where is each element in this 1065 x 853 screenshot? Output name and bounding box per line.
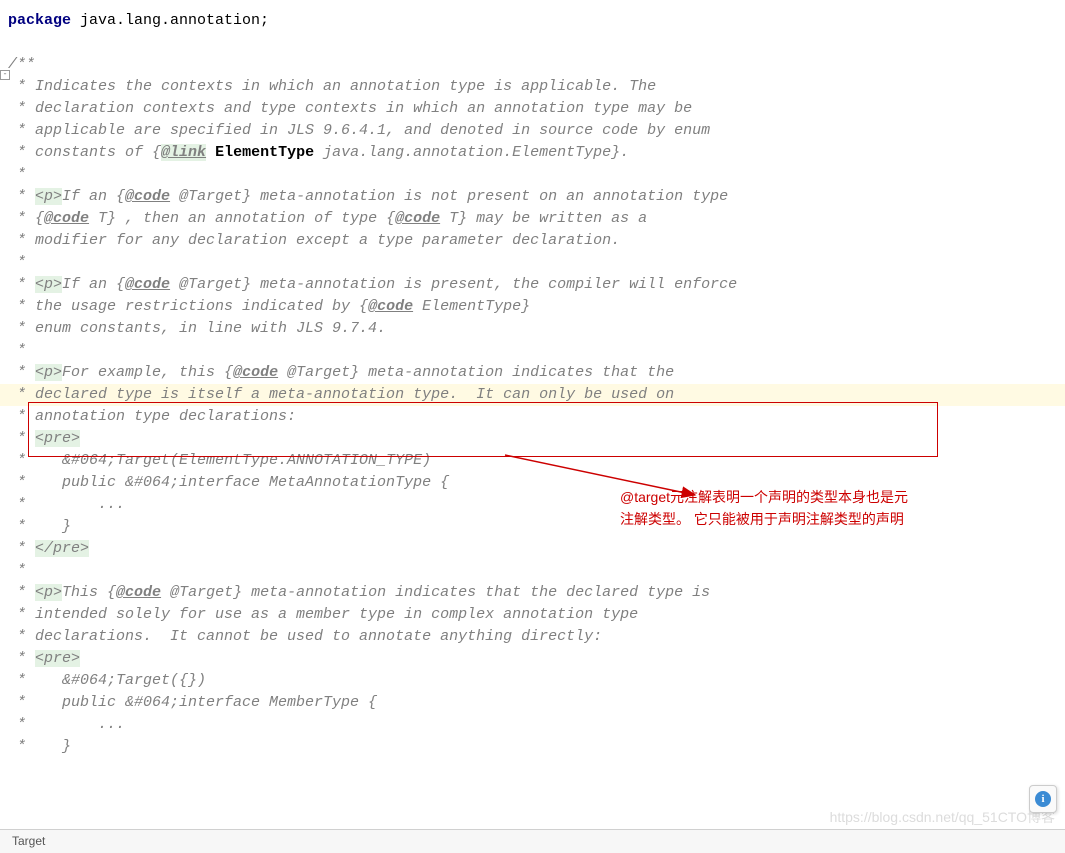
javadoc-line: * <pre> bbox=[0, 428, 1065, 450]
code-tag: @code bbox=[395, 210, 440, 227]
p-tag: <p> bbox=[35, 276, 62, 293]
keyword-package: package bbox=[8, 12, 71, 29]
status-class-name: Target bbox=[12, 834, 45, 848]
pre-tag: <pre> bbox=[35, 430, 80, 447]
p-tag: <p> bbox=[35, 364, 62, 381]
blank-line bbox=[0, 32, 1065, 54]
code-tag: @code bbox=[44, 210, 89, 227]
javadoc-line: * </pre> bbox=[0, 538, 1065, 560]
javadoc-line: * <pre> bbox=[0, 648, 1065, 670]
link-tag: @link bbox=[161, 144, 206, 161]
javadoc-line: * declarations. It cannot be used to ann… bbox=[0, 626, 1065, 648]
javadoc-line: * bbox=[0, 560, 1065, 582]
javadoc-line: * } bbox=[0, 736, 1065, 758]
code-tag: @code bbox=[368, 298, 413, 315]
javadoc-line: * modifier for any declaration except a … bbox=[0, 230, 1065, 252]
pre-close-tag: </pre> bbox=[35, 540, 89, 557]
code-tag: @code bbox=[233, 364, 278, 381]
javadoc-line: * enum constants, in line with JLS 9.7.4… bbox=[0, 318, 1065, 340]
p-tag: <p> bbox=[35, 188, 62, 205]
javadoc-line: * annotation type declarations: bbox=[0, 406, 1065, 428]
code-tag: @code bbox=[116, 584, 161, 601]
info-button[interactable]: i bbox=[1029, 785, 1057, 813]
type-ref: ElementType bbox=[215, 144, 314, 161]
javadoc-line: * bbox=[0, 164, 1065, 186]
annotation-callout: @target元注解表明一个声明的类型本身也是元 注解类型。 它只能被用于声明注… bbox=[620, 486, 1060, 530]
javadoc-line: * <p>For example, this {@code @Target} m… bbox=[0, 362, 1065, 384]
javadoc-line: * applicable are specified in JLS 9.6.4.… bbox=[0, 120, 1065, 142]
annotation-line2: 注解类型。 它只能被用于声明注解类型的声明 bbox=[620, 508, 1060, 530]
info-icon: i bbox=[1035, 791, 1051, 807]
javadoc-line: * &#064;Target(ElementType.ANNOTATION_TY… bbox=[0, 450, 1065, 472]
javadoc-line: * public &#064;interface MemberType { bbox=[0, 692, 1065, 714]
javadoc-line: * constants of {@link ElementType java.l… bbox=[0, 142, 1065, 164]
code-tag: @code bbox=[125, 188, 170, 205]
javadoc-line: * {@code T} , then an annotation of type… bbox=[0, 208, 1065, 230]
p-tag: <p> bbox=[35, 584, 62, 601]
javadoc-line: * intended solely for use as a member ty… bbox=[0, 604, 1065, 626]
javadoc-line: * <p>If an {@code @Target} meta-annotati… bbox=[0, 274, 1065, 296]
javadoc-line: * declaration contexts and type contexts… bbox=[0, 98, 1065, 120]
javadoc-line: * bbox=[0, 252, 1065, 274]
code-tag: @code bbox=[125, 276, 170, 293]
javadoc-open: /** bbox=[0, 54, 1065, 76]
package-declaration: package java.lang.annotation; bbox=[0, 10, 1065, 32]
javadoc-line: * the usage restrictions indicated by {@… bbox=[0, 296, 1065, 318]
javadoc-line: * ... bbox=[0, 714, 1065, 736]
package-path: java.lang.annotation; bbox=[71, 12, 269, 29]
javadoc-line: * <p>This {@code @Target} meta-annotatio… bbox=[0, 582, 1065, 604]
javadoc-line: * Indicates the contexts in which an ann… bbox=[0, 76, 1065, 98]
code-editor[interactable]: package java.lang.annotation; - /** * In… bbox=[0, 0, 1065, 758]
fold-toggle[interactable]: - bbox=[0, 70, 10, 80]
javadoc-line: * &#064;Target({}) bbox=[0, 670, 1065, 692]
javadoc-line: * <p>If an {@code @Target} meta-annotati… bbox=[0, 186, 1065, 208]
watermark-text: https://blog.csdn.net/qq_51CTO博客 bbox=[830, 807, 1055, 827]
annotation-line1: @target元注解表明一个声明的类型本身也是元 bbox=[620, 486, 1060, 508]
pre-tag: <pre> bbox=[35, 650, 80, 667]
status-bar: Target bbox=[0, 829, 1065, 853]
javadoc-line-highlighted: * declared type is itself a meta-annotat… bbox=[0, 384, 1065, 406]
javadoc-line: * bbox=[0, 340, 1065, 362]
